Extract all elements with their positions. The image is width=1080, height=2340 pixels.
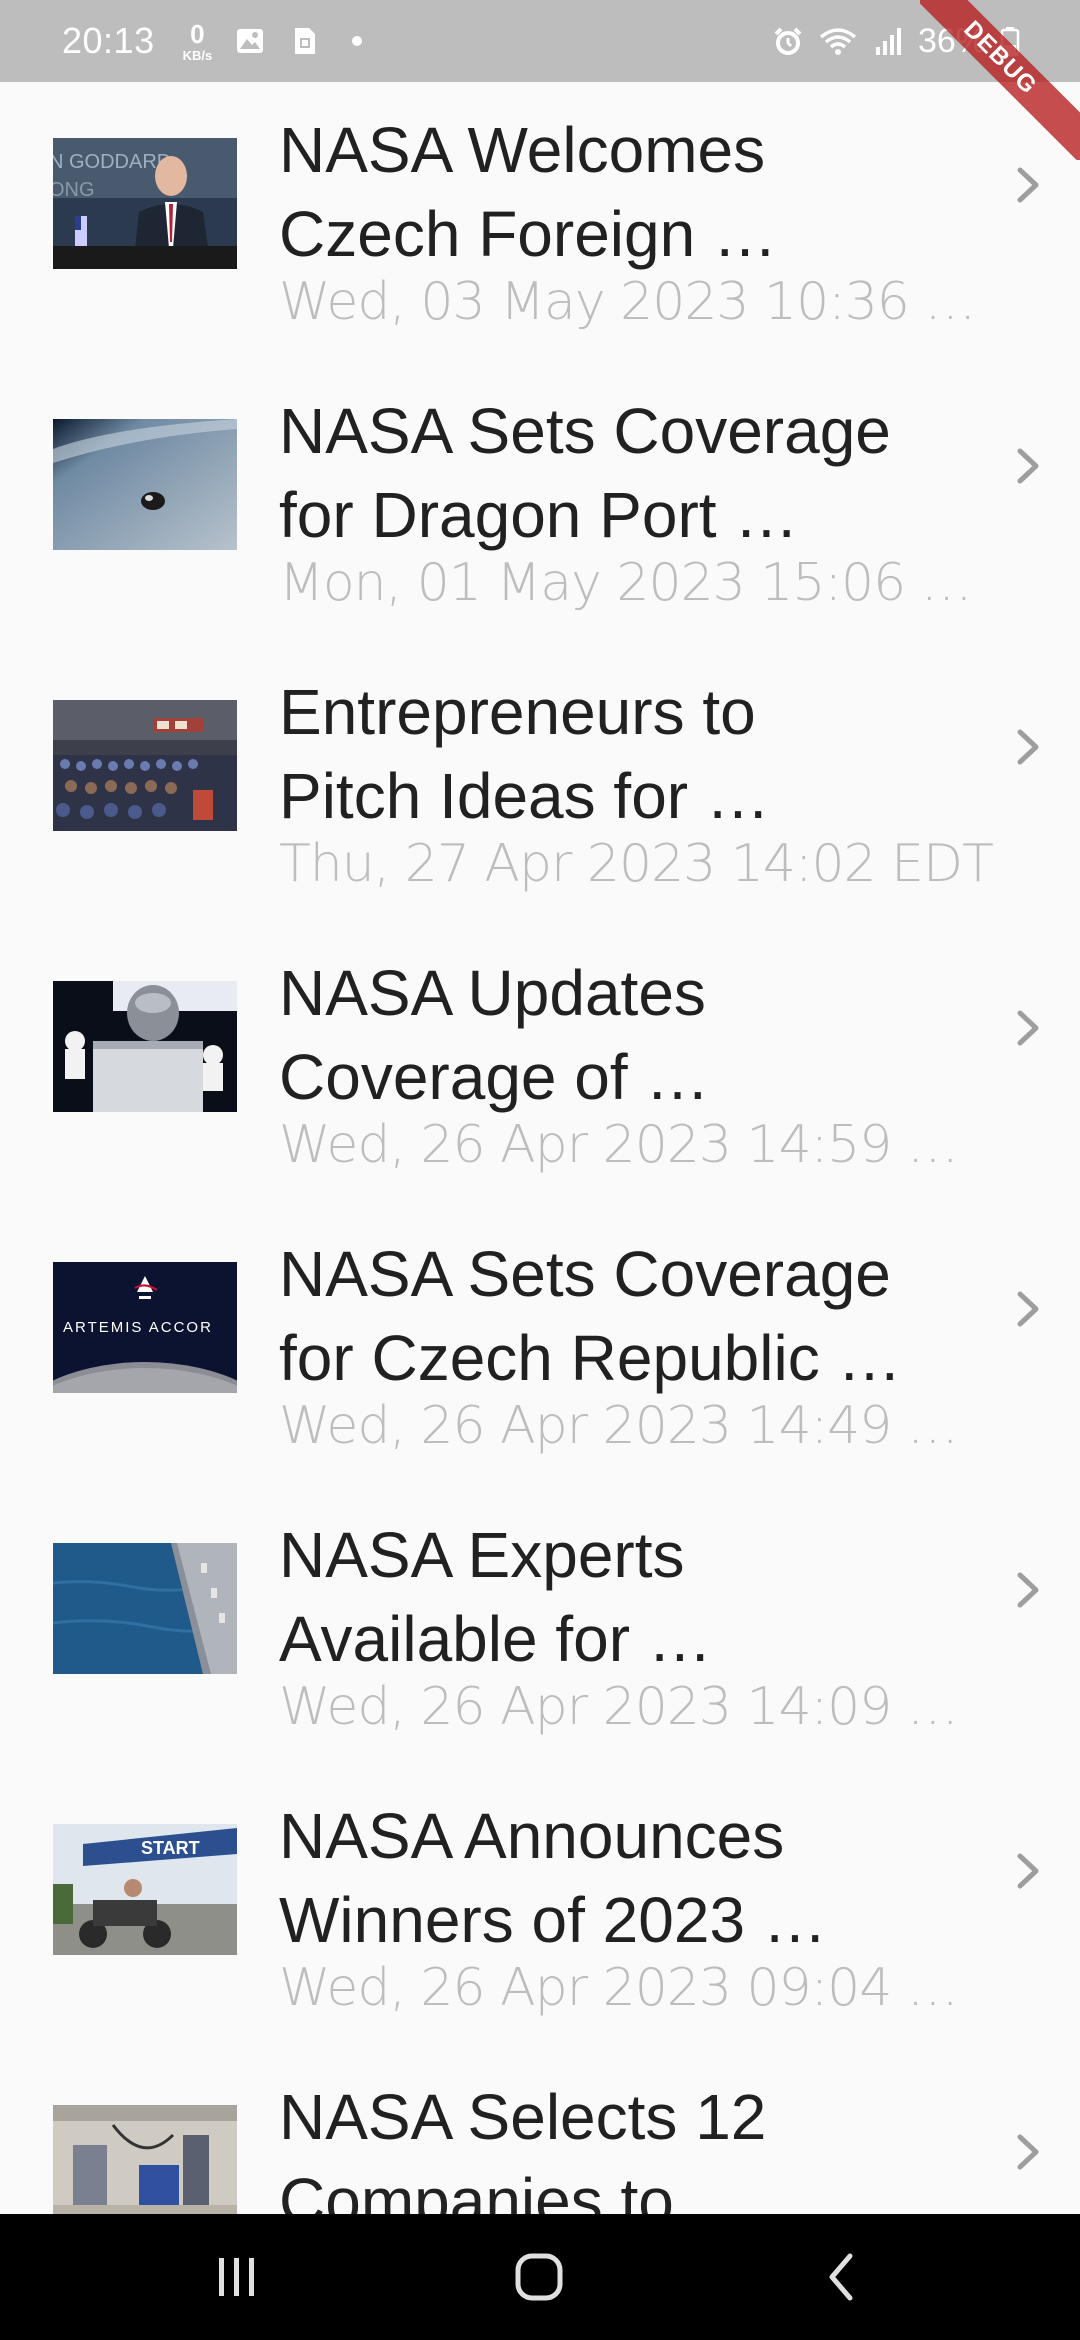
nasa-administrator-podium-photo: N GODDARD ONG: [53, 138, 237, 269]
chevron-right-icon: [1017, 729, 1039, 765]
news-date: Wed, 26 Apr 2023 14:49 …: [279, 1396, 959, 1456]
home-icon[interactable]: [509, 2252, 569, 2302]
signal-icon: [872, 25, 904, 57]
list-item[interactable]: N GODDARD ONG NASA Welcomes Czech Foreig…: [0, 82, 1080, 363]
auditorium-audience-photo: [53, 700, 237, 831]
battery-level: 36%: [917, 21, 986, 60]
news-date: Wed, 26 Apr 2023 14:09 …: [279, 1677, 959, 1737]
alarm-icon: [772, 25, 804, 57]
news-thumbnail: START: [53, 1824, 237, 1955]
status-bar: 20:13 0 KB/s 36%: [0, 0, 1080, 82]
list-item[interactable]: NASA Updates Coverage of … Wed, 26 Apr 2…: [0, 925, 1080, 1206]
back-icon[interactable]: [812, 2252, 872, 2302]
svg-text:ARTEMIS ACCOR: ARTEMIS ACCOR: [63, 1319, 213, 1336]
svg-text:START: START: [141, 1838, 200, 1858]
lab-equipment-photo: [53, 2105, 237, 2214]
spacewalk-station-photo: [53, 981, 237, 1112]
news-thumbnail: ARTEMIS ACCOR: [53, 1262, 237, 1393]
news-date: Wed, 26 Apr 2023 09:04 …: [279, 1958, 959, 2018]
news-thumbnail: N GODDARD ONG: [53, 138, 237, 269]
network-speed-unit: KB/s: [182, 47, 213, 63]
news-title: NASA Sets Coverage for Dragon Port …: [279, 395, 891, 551]
rover-challenge-start-photo: START: [53, 1824, 237, 1955]
news-date: Thu, 27 Apr 2023 14:02 EDT: [279, 834, 994, 894]
artemis-accords-photo: ARTEMIS ACCOR: [53, 1262, 237, 1393]
chevron-right-icon: [1017, 1291, 1039, 1327]
news-title: NASA Selects 12 Companies to …: [279, 2081, 767, 2214]
chevron-right-icon: [1017, 2134, 1039, 2170]
battery-icon: [1000, 25, 1020, 57]
news-thumbnail: [53, 419, 237, 550]
svg-text:N GODDARD: N GODDARD: [53, 151, 171, 173]
news-title: Entrepreneurs to Pitch Ideas for …: [279, 676, 770, 832]
chevron-right-icon: [1017, 1010, 1039, 1046]
news-list[interactable]: N GODDARD ONG NASA Welcomes Czech Foreig…: [0, 82, 1080, 2214]
sim-card-icon: [288, 25, 320, 57]
news-title: NASA Sets Coverage for Czech Republic …: [279, 1238, 902, 1394]
status-right: 36%: [772, 0, 1020, 82]
gallery-icon: [234, 25, 266, 57]
news-thumbnail: [53, 1543, 237, 1674]
network-speed-value: 0: [190, 18, 205, 49]
list-item[interactable]: NASA Sets Coverage for Dragon Port … Mon…: [0, 363, 1080, 644]
news-thumbnail: [53, 2105, 237, 2214]
dragon-capsule-earth-photo: [53, 419, 237, 550]
chevron-right-icon: [1017, 448, 1039, 484]
chevron-right-icon: [1017, 167, 1039, 203]
ship-ocean-photo: [53, 1543, 237, 1674]
recent-apps-icon[interactable]: [207, 2252, 267, 2302]
news-thumbnail: [53, 700, 237, 831]
news-date: Mon, 01 May 2023 15:06 …: [279, 553, 973, 613]
list-item[interactable]: START NASA Announces Winners of 2023 … W…: [0, 1768, 1080, 2049]
chevron-right-icon: [1017, 1572, 1039, 1608]
news-date: Wed, 26 Apr 2023 14:59 …: [279, 1115, 959, 1175]
svg-text:ONG: ONG: [53, 179, 95, 201]
list-item[interactable]: NASA Experts Available for … Wed, 26 Apr…: [0, 1487, 1080, 1768]
notification-dot-icon: [352, 36, 363, 46]
status-left: 20:13 0 KB/s: [62, 0, 363, 82]
screen: 20:13 0 KB/s 36% DEBUG N GODDARD ONG NAS…: [0, 0, 1080, 2340]
list-item[interactable]: ARTEMIS ACCOR NASA Sets Coverage for Cze…: [0, 1206, 1080, 1487]
news-thumbnail: [53, 981, 237, 1112]
news-title: NASA Welcomes Czech Foreign …: [279, 114, 777, 270]
status-time: 20:13: [62, 20, 155, 61]
news-title: NASA Updates Coverage of …: [279, 957, 710, 1113]
chevron-right-icon: [1017, 1853, 1039, 1889]
news-title: NASA Announces Winners of 2023 …: [279, 1800, 827, 1956]
news-title: NASA Experts Available for …: [279, 1519, 712, 1675]
network-speed: 0 KB/s: [183, 21, 213, 62]
news-date: Wed, 03 May 2023 10:36 …: [279, 272, 976, 332]
navigation-bar: [0, 2214, 1080, 2340]
list-item[interactable]: NASA Selects 12 Companies to …: [0, 2049, 1080, 2214]
wifi-icon: [818, 25, 858, 57]
list-item[interactable]: Entrepreneurs to Pitch Ideas for … Thu, …: [0, 644, 1080, 925]
